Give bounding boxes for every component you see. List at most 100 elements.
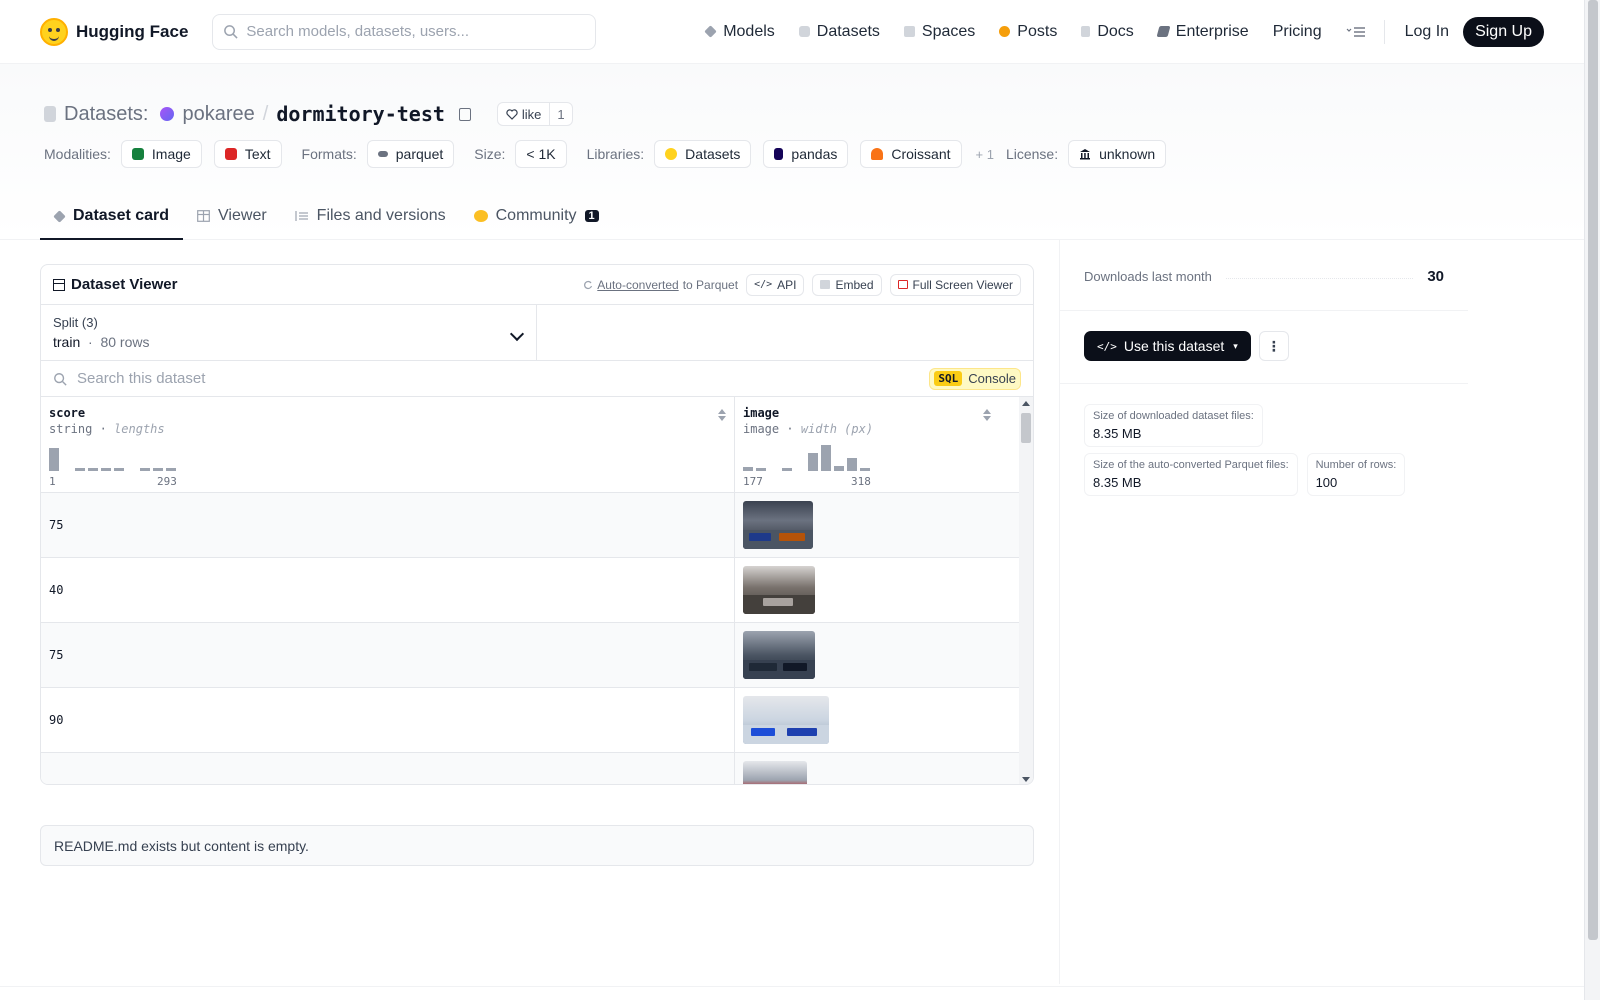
like-button[interactable]: like 1 bbox=[496, 102, 573, 126]
cell-image[interactable] bbox=[735, 558, 999, 622]
dorm-image-thumbnail[interactable] bbox=[743, 761, 807, 784]
tag-size[interactable]: < 1K bbox=[515, 140, 567, 168]
histogram-bar[interactable] bbox=[782, 468, 792, 471]
histogram-bar[interactable] bbox=[756, 468, 766, 471]
table-scrollbar[interactable] bbox=[1019, 397, 1033, 784]
nav-enterprise[interactable]: Enterprise bbox=[1146, 14, 1261, 50]
tag-modality-text[interactable]: Text bbox=[213, 140, 282, 168]
histogram-bar[interactable] bbox=[140, 468, 150, 471]
histogram-bar[interactable] bbox=[769, 469, 779, 471]
nav-pricing[interactable]: Pricing bbox=[1261, 14, 1334, 50]
repo-title: Datasets: pokaree / dormitory-test like … bbox=[44, 102, 573, 126]
fullscreen-viewer-button[interactable]: Full Screen Viewer bbox=[889, 273, 1021, 296]
cell-score[interactable]: 90 bbox=[41, 688, 735, 752]
libraries-more[interactable]: + 1 bbox=[976, 147, 994, 162]
histogram-bar[interactable] bbox=[847, 458, 857, 471]
histogram-bar[interactable] bbox=[860, 468, 870, 471]
tag-license[interactable]: unknown bbox=[1068, 140, 1167, 168]
split-rows: 80 rows bbox=[100, 334, 150, 350]
sort-icon[interactable] bbox=[718, 409, 726, 421]
histogram-bar[interactable] bbox=[795, 469, 805, 471]
nav-posts[interactable]: Posts bbox=[987, 14, 1069, 50]
embed-button[interactable]: Embed bbox=[812, 273, 882, 296]
histogram-bar[interactable] bbox=[834, 466, 844, 471]
cell-score[interactable]: 40 bbox=[41, 558, 735, 622]
cell-image[interactable] bbox=[735, 753, 999, 784]
tag-library-datasets[interactable]: Datasets bbox=[654, 140, 752, 168]
signup-button[interactable]: Sign Up bbox=[1463, 16, 1544, 47]
dorm-image-thumbnail[interactable] bbox=[743, 501, 813, 549]
more-options-button[interactable]: ⋮ bbox=[1258, 331, 1289, 361]
use-this-dataset-button[interactable]: </> Use this dataset ▾ bbox=[1084, 331, 1251, 361]
table-row[interactable]: 75 bbox=[41, 623, 1033, 688]
cell-image[interactable] bbox=[735, 493, 999, 557]
fullscreen-label: Full Screen Viewer bbox=[912, 277, 1014, 292]
datasets-crumb[interactable]: Datasets: bbox=[64, 103, 148, 126]
histogram-bar[interactable] bbox=[114, 468, 124, 471]
scroll-down-icon[interactable] bbox=[1022, 777, 1030, 782]
table-row[interactable]: 75 bbox=[41, 493, 1033, 558]
auto-converted-link[interactable]: Auto-converted bbox=[597, 278, 678, 292]
cell-score[interactable] bbox=[41, 753, 735, 784]
tag-format-parquet[interactable]: parquet bbox=[366, 140, 455, 168]
tab-viewer[interactable]: Viewer bbox=[183, 194, 281, 240]
sidebar-separator bbox=[1060, 383, 1468, 384]
tag-library-croissant[interactable]: Croissant bbox=[860, 140, 962, 168]
scroll-up-icon[interactable] bbox=[1022, 401, 1030, 406]
column-header-score[interactable]: score string · lengths 1 293 bbox=[41, 397, 735, 492]
tag-library-pandas[interactable]: pandas bbox=[763, 140, 849, 168]
brand-link[interactable]: Hugging Face bbox=[40, 17, 188, 46]
dataset-search-input[interactable] bbox=[77, 370, 920, 387]
tab-dataset-card[interactable]: Dataset card bbox=[40, 194, 184, 240]
table-row[interactable]: 90 bbox=[41, 688, 1033, 753]
histogram-bar[interactable] bbox=[166, 468, 176, 471]
api-button[interactable]: </> API bbox=[746, 273, 805, 296]
histogram-bar[interactable] bbox=[49, 448, 59, 471]
nav-spaces[interactable]: Spaces bbox=[892, 14, 987, 50]
cell-image[interactable] bbox=[735, 688, 999, 752]
tag-label-pandas: pandas bbox=[791, 146, 838, 162]
histogram-bar[interactable] bbox=[75, 468, 85, 471]
histogram-bar[interactable] bbox=[821, 445, 831, 471]
files-icon bbox=[295, 211, 308, 221]
histogram-bar[interactable] bbox=[62, 469, 72, 471]
libraries-label: Libraries: bbox=[586, 146, 645, 162]
nav-docs[interactable]: Docs bbox=[1069, 14, 1145, 50]
owner-link[interactable]: pokaree bbox=[182, 103, 254, 126]
page-scrollbar[interactable] bbox=[1584, 0, 1600, 1000]
histogram-bar[interactable] bbox=[127, 469, 137, 471]
dorm-image-thumbnail[interactable] bbox=[743, 566, 815, 614]
table-row[interactable]: 40 bbox=[41, 558, 1033, 623]
tab-community[interactable]: Community 1 bbox=[460, 194, 613, 240]
histogram-bar[interactable] bbox=[743, 467, 753, 471]
nav-datasets[interactable]: Datasets bbox=[787, 14, 892, 50]
histogram-bar[interactable] bbox=[101, 468, 111, 471]
cell-score[interactable]: 75 bbox=[41, 623, 735, 687]
page-scrollbar-thumb[interactable] bbox=[1588, 0, 1598, 940]
scrollbar-thumb[interactable] bbox=[1021, 413, 1031, 443]
nav-models[interactable]: Models bbox=[693, 14, 787, 50]
column-header-image[interactable]: image image · width (px) 177 318 bbox=[735, 397, 999, 492]
cell-score[interactable]: 75 bbox=[41, 493, 735, 557]
dorm-image-thumbnail[interactable] bbox=[743, 696, 829, 744]
histogram-bar[interactable] bbox=[153, 468, 163, 471]
tag-modality-image[interactable]: Image bbox=[120, 140, 202, 168]
sort-icon[interactable] bbox=[983, 409, 991, 421]
thumb-bunk bbox=[749, 663, 777, 671]
nav-more-menu[interactable] bbox=[1334, 14, 1378, 50]
histogram-bar[interactable] bbox=[808, 453, 818, 471]
copy-icon[interactable] bbox=[458, 107, 471, 121]
histogram-bar[interactable] bbox=[88, 468, 98, 471]
dorm-image-thumbnail[interactable] bbox=[743, 631, 815, 679]
global-search-input[interactable] bbox=[246, 23, 586, 40]
modalities-label: Modalities: bbox=[44, 146, 111, 162]
cell-image[interactable] bbox=[735, 623, 999, 687]
table-row[interactable] bbox=[41, 753, 1033, 784]
table-header: score string · lengths 1 293 image image… bbox=[41, 397, 1033, 493]
repo-name[interactable]: dormitory-test bbox=[276, 102, 445, 126]
split-select[interactable]: Split (3) train · 80 rows bbox=[41, 305, 537, 360]
sql-console-button[interactable]: SQL Console bbox=[929, 367, 1021, 390]
login-button[interactable]: Log In bbox=[1391, 14, 1463, 50]
embed-label: Embed bbox=[835, 277, 874, 292]
tab-files[interactable]: Files and versions bbox=[281, 194, 460, 240]
